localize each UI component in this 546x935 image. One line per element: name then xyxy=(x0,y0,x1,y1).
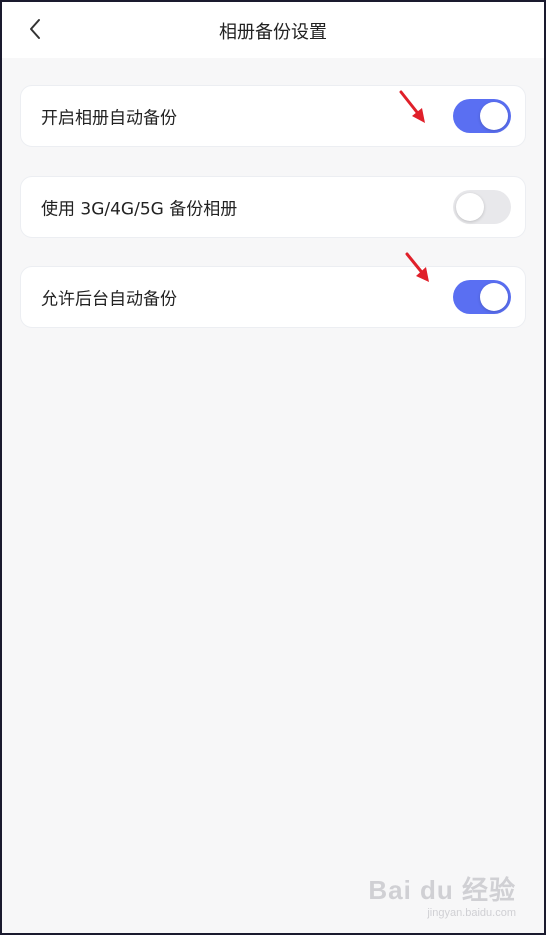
watermark: Bai du 经验 jingyan.baidu.com xyxy=(368,870,516,919)
setting-background-backup-label: 允许后台自动备份 xyxy=(41,289,177,310)
toggle-knob xyxy=(480,283,508,311)
setting-background-backup: 允许后台自动备份 xyxy=(20,266,526,328)
page-title: 相册备份设置 xyxy=(219,22,327,43)
toggle-knob xyxy=(480,102,508,130)
setting-auto-backup-label: 开启相册自动备份 xyxy=(41,108,177,129)
app-screen: 相册备份设置 开启相册自动备份 使用 3G/4G/5G 备份相册 允许后台自动备… xyxy=(0,0,546,935)
mobile-data-backup-toggle[interactable] xyxy=(453,190,511,224)
setting-mobile-data-backup: 使用 3G/4G/5G 备份相册 xyxy=(20,176,526,238)
background-backup-toggle[interactable] xyxy=(453,280,511,314)
watermark-text: Bai du 经验 xyxy=(368,875,516,905)
auto-backup-toggle[interactable] xyxy=(453,99,511,133)
header-bar: 相册备份设置 xyxy=(2,2,544,58)
setting-auto-backup: 开启相册自动备份 xyxy=(20,85,526,147)
setting-mobile-data-backup-label: 使用 3G/4G/5G 备份相册 xyxy=(41,199,238,220)
toggle-knob xyxy=(456,193,484,221)
watermark-url: jingyan.baidu.com xyxy=(427,907,516,919)
